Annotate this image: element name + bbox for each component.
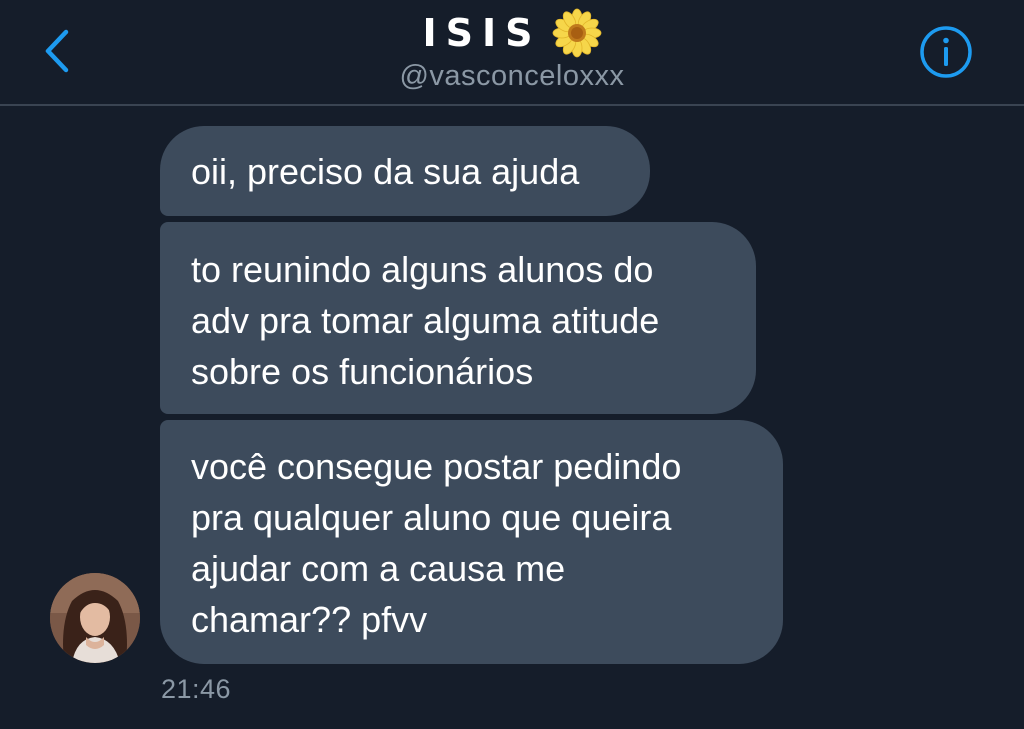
message-bubble[interactable]: oii, preciso da sua ajuda bbox=[160, 126, 650, 216]
message-timestamp: 21:46 bbox=[161, 674, 232, 704]
avatar-photo bbox=[50, 573, 140, 663]
blossom-icon bbox=[552, 8, 601, 58]
message-bubble[interactable]: to reunindo alguns alunos do adv pra tom… bbox=[160, 222, 756, 414]
conversation-info-button[interactable] bbox=[918, 24, 974, 80]
message-bubble[interactable]: você consegue postar pedindo pra qualque… bbox=[160, 420, 783, 664]
avatar[interactable] bbox=[50, 573, 140, 663]
dm-conversation-screen: ISIS @vasconceloxxx oii, preciso da sua … bbox=[0, 0, 1024, 729]
conversation-title-block[interactable]: ISIS @vasconceloxxx bbox=[0, 8, 1024, 93]
info-icon bbox=[920, 26, 972, 78]
contact-name: ISIS bbox=[422, 11, 542, 55]
conversation-header: ISIS @vasconceloxxx bbox=[0, 0, 1024, 106]
contact-handle: @vasconceloxxx bbox=[399, 60, 625, 92]
